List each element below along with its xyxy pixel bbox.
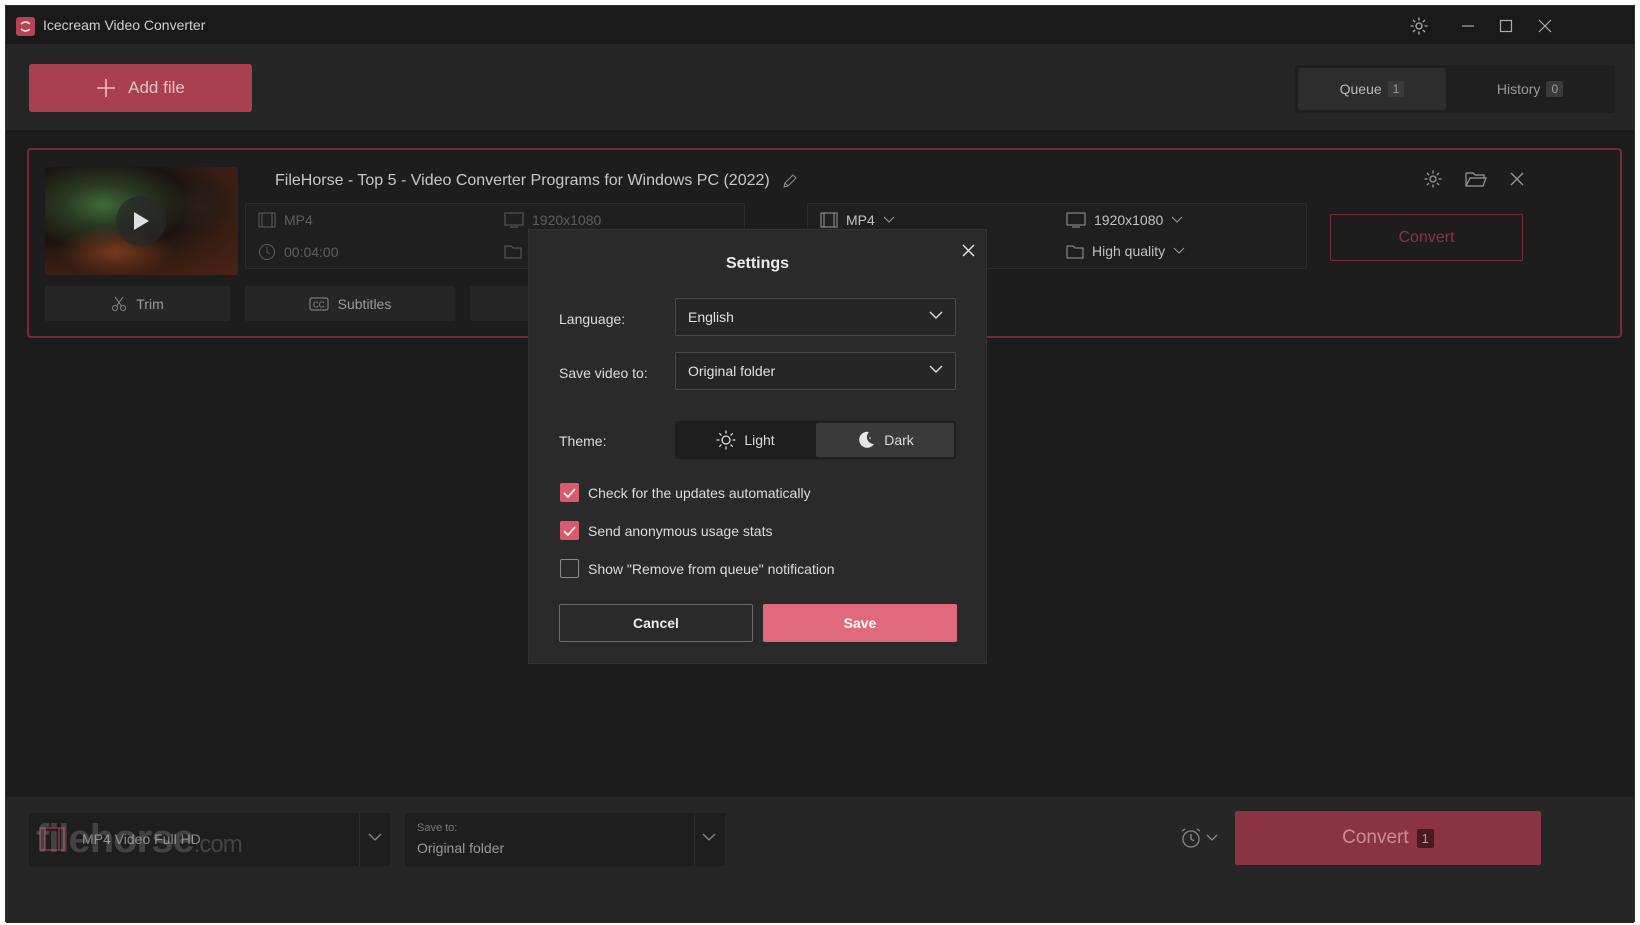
file-title: FileHorse - Top 5 - Video Converter Prog…: [275, 172, 798, 190]
convert-all-label: Convert: [1342, 827, 1409, 848]
save-video-to-label: Save video to:: [559, 365, 648, 381]
window-close-icon[interactable]: [1533, 15, 1557, 37]
source-duration: 00:04:00: [258, 243, 339, 261]
theme-label: Theme:: [559, 433, 607, 449]
chevron-down-icon: [368, 833, 382, 841]
save-video-to-select[interactable]: Original folder: [675, 352, 956, 390]
save-to-select[interactable]: Save to: Original folder: [405, 813, 725, 866]
monitor-icon: [504, 212, 524, 228]
scissors-icon: [112, 296, 127, 311]
add-file-button[interactable]: Add file: [29, 64, 252, 112]
play-icon[interactable]: [116, 196, 166, 246]
save-video-to-value: Original folder: [688, 363, 776, 379]
target-format-select[interactable]: MP4: [820, 212, 895, 228]
film-icon: [820, 212, 838, 228]
schedule-button[interactable]: [1180, 827, 1218, 849]
subtitles-button[interactable]: CC Subtitles: [245, 286, 455, 321]
check-updates-checkbox[interactable]: [560, 483, 579, 502]
video-thumbnail[interactable]: [45, 167, 238, 275]
subtitles-label: Subtitles: [337, 295, 392, 312]
clock-icon: [259, 244, 275, 260]
chevron-down-icon: [929, 311, 943, 319]
item-convert-button[interactable]: Convert: [1330, 214, 1523, 261]
checkmark-icon: [563, 525, 576, 536]
item-settings-gear-icon[interactable]: [1421, 167, 1445, 191]
convert-count-badge: 1: [1416, 828, 1434, 848]
add-file-label: Add file: [128, 78, 185, 97]
chevron-down-icon: [1206, 834, 1218, 841]
app-logo-icon: [16, 17, 35, 36]
chevron-down-icon: [1171, 216, 1183, 223]
theme-light-option[interactable]: Light: [677, 423, 814, 457]
trim-button[interactable]: Trim: [45, 286, 230, 321]
source-folder: [504, 243, 522, 259]
source-format: MP4: [258, 212, 313, 228]
target-resolution-select[interactable]: 1920x1080: [1066, 212, 1183, 228]
tab-history[interactable]: History 0: [1450, 68, 1610, 110]
source-resolution: 1920x1080: [504, 212, 601, 228]
history-count-badge: 0: [1546, 81, 1564, 97]
queue-count-badge: 1: [1387, 81, 1405, 97]
language-select[interactable]: English: [675, 298, 956, 336]
file-title-text: FileHorse - Top 5 - Video Converter Prog…: [275, 172, 770, 189]
cc-icon: CC: [309, 297, 329, 310]
language-label: Language:: [559, 311, 626, 327]
monitor-icon: [1066, 212, 1086, 228]
app-window: Icecream Video Converter Add file Queue …: [5, 5, 1635, 923]
filehorse-watermark: filehorse.com: [36, 817, 243, 861]
remove-notification-checkbox-row[interactable]: Show "Remove from queue" notification: [560, 559, 835, 578]
settings-title: Settings: [725, 255, 790, 272]
language-value: English: [688, 309, 734, 325]
alarm-clock-icon: [1181, 828, 1201, 848]
title-bar: Icecream Video Converter: [6, 6, 1634, 44]
theme-dark-label: Dark: [884, 432, 914, 448]
chevron-down-icon: [1173, 247, 1185, 254]
theme-toggle: Light Dark: [675, 421, 956, 459]
usage-stats-label: Send anonymous usage stats: [588, 522, 773, 539]
trim-label: Trim: [136, 295, 164, 312]
cancel-button[interactable]: Cancel: [559, 604, 753, 642]
header-bar: Add file Queue 1 History 0: [6, 44, 1634, 130]
target-quality-select[interactable]: High quality: [1066, 243, 1185, 259]
check-updates-checkbox-row[interactable]: Check for the updates automatically: [560, 483, 811, 502]
remove-notification-checkbox[interactable]: [560, 559, 579, 578]
edit-pencil-icon[interactable]: [782, 173, 798, 189]
remove-item-close-icon[interactable]: [1505, 167, 1529, 191]
save-button[interactable]: Save: [763, 604, 957, 642]
tab-queue-label: Queue: [1339, 81, 1382, 97]
moon-icon: [859, 431, 875, 448]
chevron-down-icon: [883, 216, 895, 223]
svg-text:CC: CC: [313, 300, 325, 309]
more-tools-button[interactable]: [470, 286, 530, 321]
maximize-icon[interactable]: [1494, 15, 1518, 37]
dialog-close-icon[interactable]: [957, 239, 979, 261]
convert-all-button[interactable]: Convert 1: [1235, 811, 1541, 865]
tab-queue[interactable]: Queue 1: [1298, 68, 1446, 110]
checkmark-icon: [563, 487, 576, 498]
chevron-down-icon: [929, 365, 943, 373]
theme-light-label: Light: [744, 432, 775, 448]
bottom-bar: MP4 Video Full HD Save to: Original fold…: [6, 797, 1634, 923]
remove-notification-label: Show "Remove from queue" notification: [588, 560, 835, 577]
app-title: Icecream Video Converter: [43, 17, 206, 33]
tab-history-label: History: [1496, 81, 1541, 97]
open-folder-icon[interactable]: [1464, 167, 1488, 191]
usage-stats-checkbox-row[interactable]: Send anonymous usage stats: [560, 521, 772, 540]
minimize-icon[interactable]: [1456, 15, 1480, 37]
folder-icon: [1066, 245, 1084, 259]
check-updates-label: Check for the updates automatically: [588, 484, 811, 501]
sun-icon: [716, 430, 736, 450]
film-icon: [258, 212, 276, 228]
save-to-value: Original folder: [417, 840, 505, 856]
settings-gear-icon[interactable]: [1407, 15, 1431, 37]
chevron-down-icon: [702, 833, 716, 841]
plus-icon: [97, 79, 116, 97]
theme-dark-option[interactable]: Dark: [816, 423, 954, 457]
folder-icon: [504, 245, 522, 259]
save-to-caption: Save to:: [417, 822, 458, 834]
queue-history-tabs: Queue 1 History 0: [1295, 65, 1615, 113]
settings-dialog: Settings Language: English Save video to…: [528, 229, 987, 664]
usage-stats-checkbox[interactable]: [560, 521, 579, 540]
